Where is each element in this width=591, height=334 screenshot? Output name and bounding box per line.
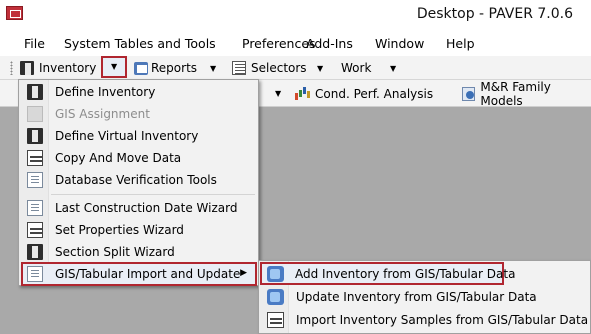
add-inventory-icon [267,266,284,282]
menu-item-copy-and-move-data[interactable]: Copy And Move Data [21,147,256,169]
chevron-down-icon: ▼ [111,62,118,71]
cond-perf-label: Cond. Perf. Analysis [315,87,434,101]
menu-help[interactable]: Help [446,36,475,51]
mr-family-label: M&R Family Models [480,80,551,108]
mr-family-models-button[interactable]: M&R Family Models [462,80,591,108]
reports-dropdown-icon[interactable]: ▼ [210,64,216,73]
inventory-dropdown-button[interactable]: ▼ [101,56,127,78]
window-title: Desktop - PAVER 7.0.6 [416,6,573,22]
selectors-dropdown-icon[interactable]: ▼ [317,64,323,73]
toolbar2-dropdown-icon[interactable]: ▼ [275,89,281,98]
import-samples-icon [267,312,284,328]
construction-date-icon [27,200,43,216]
menu-item-label: Copy And Move Data [55,151,182,165]
menu-item-label: GIS/Tabular Import and Update [55,267,241,281]
menu-item-section-split-wizard[interactable]: Section Split Wizard [21,241,256,263]
family-models-icon [462,87,476,101]
submenu-item-label: Import Inventory Samples from GIS/Tabula… [296,313,589,327]
properties-icon [27,222,43,238]
selectors-icon [232,61,246,75]
inventory-button[interactable]: Inventory [18,58,98,78]
submenu-item-import-samples[interactable]: Import Inventory Samples from GIS/Tabula… [261,309,590,332]
menu-item-gis-tabular-import-and-update[interactable]: GIS/Tabular Import and Update ▶ [21,262,257,286]
inventory-label: Inventory [39,61,97,75]
menu-item-gis-assignment: GIS Assignment [21,103,256,125]
main-toolbar: Inventory ▼ Reports ▼ Selectors ▼ Work ▼ [0,56,591,80]
menu-item-label: GIS Assignment [55,107,150,121]
menu-preferences[interactable]: Preferences [242,36,316,51]
gis-import-submenu: Add Inventory from GIS/Tabular Data Upda… [258,260,591,334]
inventory-book-icon [20,61,34,75]
submenu-arrow-icon: ▶ [240,268,247,278]
menu-item-last-construction-date-wizard[interactable]: Last Construction Date Wizard [21,197,256,219]
submenu-item-label: Add Inventory from GIS/Tabular Data [295,267,516,281]
menu-item-label: Last Construction Date Wizard [55,201,238,215]
update-inventory-icon [267,289,284,305]
menu-item-label: Section Split Wizard [55,245,175,259]
work-label: Work [341,61,372,75]
work-dropdown-icon[interactable]: ▼ [390,64,396,73]
menu-separator [51,194,255,195]
menu-window[interactable]: Window [375,36,424,51]
copy-move-icon [27,150,43,166]
cond-perf-analysis-button[interactable]: Cond. Perf. Analysis [294,84,433,104]
virtual-inventory-icon [27,128,43,144]
menu-item-set-properties-wizard[interactable]: Set Properties Wizard [21,219,256,241]
menu-item-database-verification-tools[interactable]: Database Verification Tools [21,169,256,191]
section-split-icon [27,244,43,260]
submenu-item-add-inventory[interactable]: Add Inventory from GIS/Tabular Data [260,262,515,285]
menu-item-label: Define Virtual Inventory [55,129,199,143]
gis-icon [27,106,43,122]
reports-icon [134,61,148,75]
menu-item-define-inventory[interactable]: Define Inventory [21,81,256,103]
reports-button[interactable]: Reports [134,58,197,78]
app-icon[interactable] [6,6,23,20]
selectors-label: Selectors [251,61,307,75]
menu-file[interactable]: File [24,36,45,51]
inventory-book-icon [27,84,43,100]
menu-item-label: Define Inventory [55,85,156,99]
bar-chart-icon [294,87,310,101]
menu-system-tables-and-tools[interactable]: System Tables and Tools [64,36,216,51]
menu-add-ins[interactable]: Add-Ins [306,36,353,51]
title-bar: Desktop - PAVER 7.0.6 [0,0,591,32]
toolbar-grip[interactable] [10,61,13,75]
menu-bar: File System Tables and Tools Preferences… [0,32,591,56]
menu-item-label: Set Properties Wizard [55,223,184,237]
submenu-item-label: Update Inventory from GIS/Tabular Data [296,290,537,304]
menu-item-label: Database Verification Tools [55,173,217,187]
import-update-icon [27,266,43,282]
submenu-item-update-inventory[interactable]: Update Inventory from GIS/Tabular Data [261,286,590,309]
reports-label: Reports [151,61,198,75]
menu-item-define-virtual-inventory[interactable]: Define Virtual Inventory [21,125,256,147]
database-verify-icon [27,172,43,188]
work-button[interactable]: Work [341,58,371,78]
inventory-dropdown-menu: Define Inventory GIS Assignment Define V… [18,79,259,286]
selectors-button[interactable]: Selectors [232,58,307,78]
